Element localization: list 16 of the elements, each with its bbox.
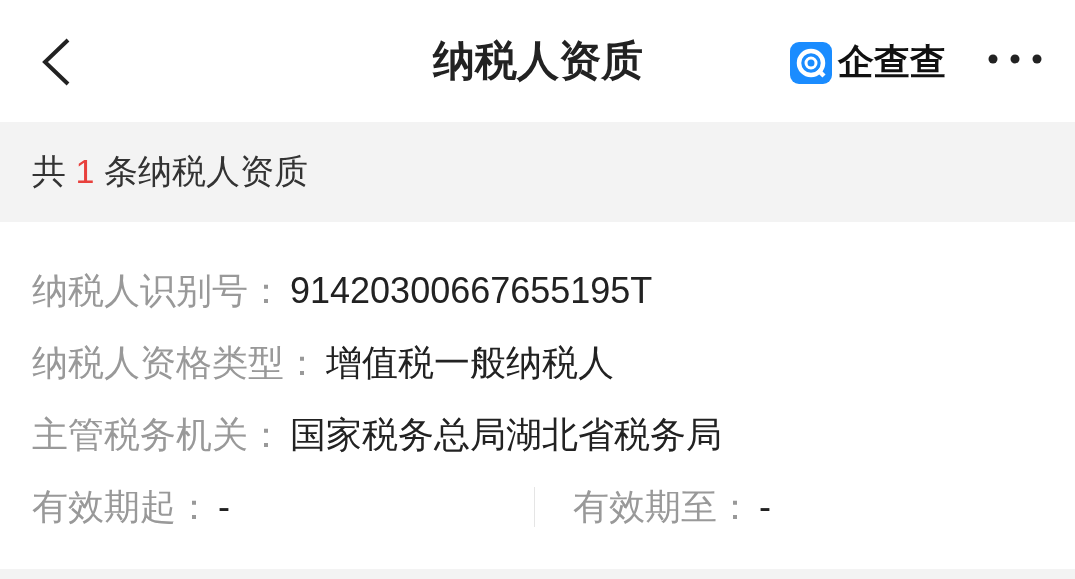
field-label: 有效期起： [32,484,212,529]
field-value: 91420300667655195T [290,270,653,312]
page-title: 纳税人资质 [432,36,643,86]
more-icon[interactable] [988,54,1042,64]
back-icon[interactable] [40,37,72,87]
logo-icon [790,41,832,84]
field-value: - [759,486,771,528]
field-label: 纳税人资格类型： [32,340,320,385]
field-label: 主管税务机关： [32,412,284,457]
field-value: 增值税一般纳税人 [326,340,614,385]
brand-name: 企查查 [838,40,946,84]
summary-text: 共 1 条纳税人资质 [32,151,308,192]
field-label: 有效期至： [573,484,753,529]
field-label: 纳税人识别号： [32,268,284,313]
field-value: - [218,486,230,528]
field-value: 国家税务总局湖北省税务局 [290,412,722,457]
